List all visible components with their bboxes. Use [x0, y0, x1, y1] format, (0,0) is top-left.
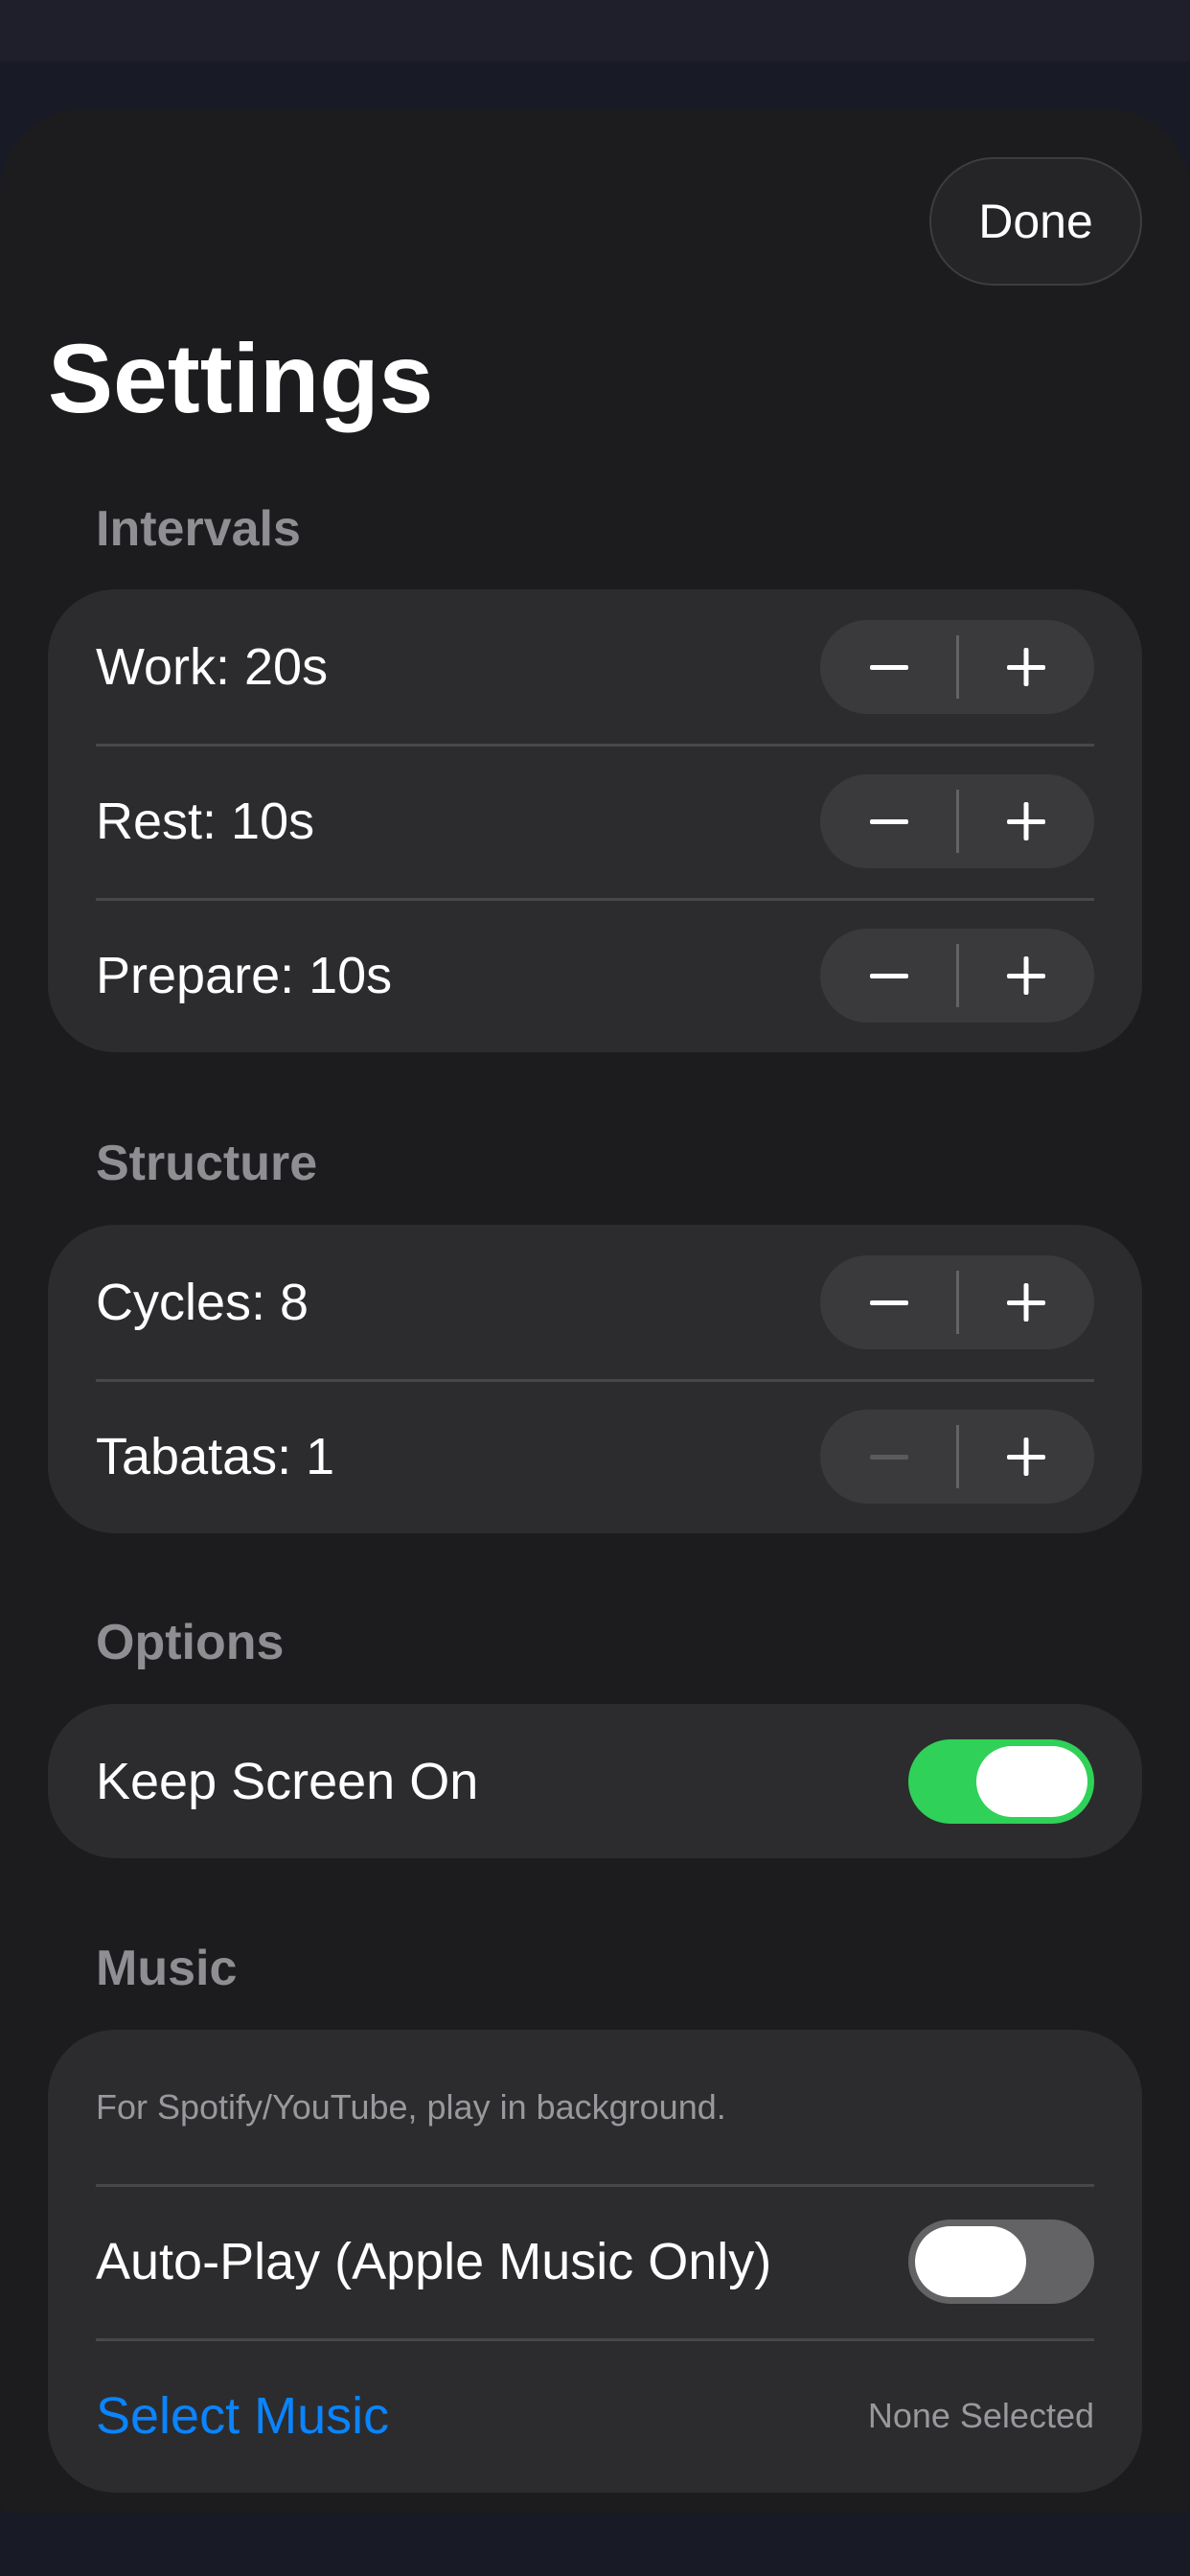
work-increment-button[interactable] [957, 620, 1094, 714]
prepare-row: Prepare: 10s [48, 898, 1142, 1052]
prepare-increment-button[interactable] [957, 929, 1094, 1023]
music-card: For Spotify/YouTube, play in background.… [48, 2030, 1142, 2493]
section-header-intervals: Intervals [96, 501, 301, 557]
plus-icon [1006, 1282, 1045, 1322]
minus-icon [869, 664, 908, 670]
stepper-divider [956, 789, 959, 853]
rest-stepper [820, 773, 1094, 868]
select-music-row[interactable]: Select Music None Selected [48, 2338, 1142, 2493]
tabatas-decrement-button[interactable] [820, 1410, 957, 1504]
minus-icon [869, 1454, 908, 1460]
cycles-row: Cycles: 8 [48, 1225, 1142, 1379]
music-hint-text: For Spotify/YouTube, play in background. [96, 2086, 726, 2127]
cycles-label: Cycles: 8 [96, 1273, 309, 1331]
minus-icon [869, 973, 908, 978]
tabatas-label: Tabatas: 1 [96, 1427, 335, 1485]
rest-label: Rest: 10s [96, 792, 315, 850]
plus-icon [1006, 955, 1045, 995]
section-header-options: Options [96, 1615, 285, 1670]
rest-row: Rest: 10s [48, 744, 1142, 898]
done-button[interactable]: Done [929, 157, 1142, 286]
backdrop [0, 0, 1190, 61]
toggle-knob [915, 2225, 1026, 2297]
minus-icon [869, 1300, 908, 1305]
tabatas-stepper [820, 1409, 1094, 1504]
music-hint-row: For Spotify/YouTube, play in background. [48, 2030, 1142, 2184]
prepare-label: Prepare: 10s [96, 946, 393, 1004]
stepper-divider [956, 634, 959, 699]
work-label: Work: 20s [96, 637, 329, 696]
section-header-music: Music [96, 1941, 238, 1996]
rest-decrement-button[interactable] [820, 774, 957, 868]
plus-icon [1006, 1437, 1045, 1476]
prepare-stepper [820, 928, 1094, 1023]
settings-sheet: Done Settings Intervals Work: 20s Rest: … [0, 109, 1190, 2513]
selected-music-value: None Selected [867, 2395, 1094, 2435]
tabatas-increment-button[interactable] [957, 1410, 1094, 1504]
cycles-increment-button[interactable] [957, 1255, 1094, 1349]
work-row: Work: 20s [48, 589, 1142, 744]
intervals-card: Work: 20s Rest: 10s Prepare: 10s [48, 589, 1142, 1052]
auto-play-toggle[interactable] [908, 2219, 1094, 2304]
keep-screen-on-toggle[interactable] [908, 1738, 1094, 1824]
cycles-decrement-button[interactable] [820, 1255, 957, 1349]
plus-icon [1006, 801, 1045, 840]
select-music-link[interactable]: Select Music [96, 2386, 868, 2446]
toggle-knob [976, 1745, 1087, 1817]
page-title: Settings [48, 324, 434, 433]
section-header-structure: Structure [96, 1136, 318, 1191]
options-card: Keep Screen On [48, 1704, 1142, 1858]
tabatas-row: Tabatas: 1 [48, 1379, 1142, 1533]
minus-icon [869, 818, 908, 824]
plus-icon [1006, 647, 1045, 686]
keep-screen-on-row: Keep Screen On [48, 1704, 1142, 1858]
auto-play-label: Auto-Play (Apple Music Only) [96, 2232, 772, 2290]
structure-card: Cycles: 8 Tabatas: 1 [48, 1225, 1142, 1533]
prepare-decrement-button[interactable] [820, 929, 957, 1023]
stepper-divider [956, 1270, 959, 1334]
work-stepper [820, 619, 1094, 714]
cycles-stepper [820, 1254, 1094, 1349]
work-decrement-button[interactable] [820, 620, 957, 714]
stepper-divider [956, 943, 959, 1007]
stepper-divider [956, 1424, 959, 1488]
keep-screen-on-label: Keep Screen On [96, 1752, 479, 1810]
rest-increment-button[interactable] [957, 774, 1094, 868]
auto-play-row: Auto-Play (Apple Music Only) [48, 2184, 1142, 2338]
